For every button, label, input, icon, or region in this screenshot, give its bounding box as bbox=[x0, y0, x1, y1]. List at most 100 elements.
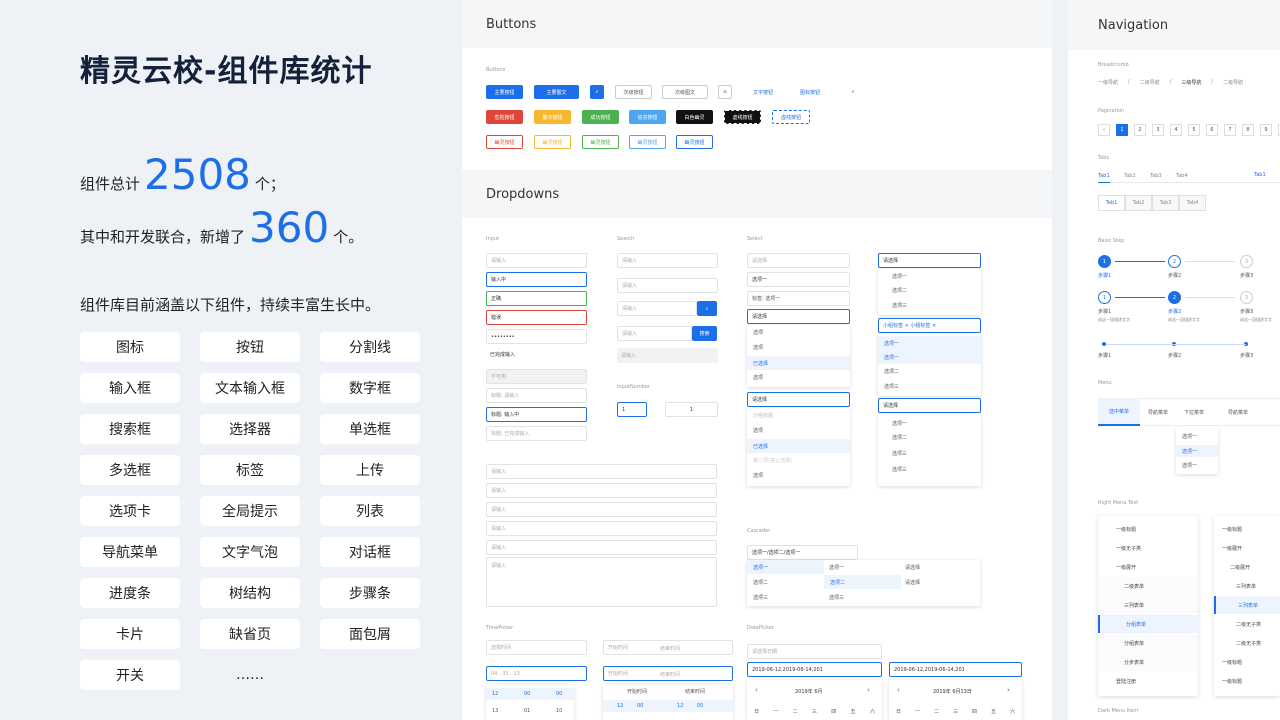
side-menu-item[interactable]: 一级标题 bbox=[1214, 520, 1280, 538]
search-plain-button[interactable]: ⌕ bbox=[846, 85, 860, 99]
prev-month-icon[interactable]: ‹ bbox=[755, 686, 758, 694]
select-option-selected[interactable]: 已选择 bbox=[747, 356, 850, 370]
cascader-col1-item[interactable]: 选项三 bbox=[753, 594, 768, 601]
cascader-col3-item[interactable]: 请选择 bbox=[905, 564, 920, 571]
input-password[interactable]: •••••••• bbox=[486, 329, 587, 344]
number-input-a[interactable]: 1 bbox=[617, 402, 647, 417]
primary-button[interactable]: 主要按钮 bbox=[486, 85, 523, 99]
search-submit-button[interactable]: 搜索 bbox=[692, 326, 717, 341]
select-labeled[interactable]: 标签: 选项一 bbox=[747, 291, 850, 306]
icon-text-button[interactable]: 图标按钮 bbox=[790, 85, 830, 99]
side-menu-item[interactable]: 分组表单 bbox=[1098, 634, 1198, 652]
tab-right[interactable]: Tab1 bbox=[1254, 172, 1266, 178]
prev-page-icon[interactable]: ‹ bbox=[1098, 124, 1110, 136]
cascader-col2-item[interactable]: 选项一 bbox=[829, 564, 844, 571]
ghost-white-button[interactable]: 白色幽灵 bbox=[676, 110, 713, 124]
menu-dropdown-item-active[interactable]: 选项一 bbox=[1176, 445, 1218, 457]
addon-input-1[interactable]: 请输入 bbox=[486, 464, 717, 479]
menu-dropdown-item[interactable]: 选项一 bbox=[1182, 462, 1197, 469]
range-start-hour[interactable]: 12 bbox=[617, 703, 623, 709]
time-second-next[interactable]: 10 bbox=[556, 708, 562, 714]
cascader-col1-item[interactable]: 选项二 bbox=[753, 579, 768, 586]
multi-option-selected[interactable]: 选项一 bbox=[878, 336, 981, 350]
number-stepper[interactable]: 1 bbox=[665, 402, 718, 417]
select-option[interactable]: 选项 bbox=[753, 472, 763, 479]
breadcrumb-item[interactable]: 二级导航 bbox=[1223, 79, 1243, 86]
page-button[interactable]: 2 bbox=[1134, 124, 1146, 136]
success-button[interactable]: 成功按钮 bbox=[582, 110, 619, 124]
card-tab-2[interactable]: Tab2 bbox=[1125, 195, 1152, 211]
input-error[interactable]: 错误 bbox=[486, 310, 587, 325]
side-menu-item[interactable]: 一级标题 bbox=[1214, 672, 1280, 690]
multi-tag[interactable]: 小组标签 × bbox=[883, 322, 909, 329]
date-range-input-1[interactable]: 2019-06-12,2019-06-14,201 bbox=[747, 662, 882, 677]
text-button[interactable]: 文字按钮 bbox=[744, 85, 782, 99]
side-menu-item[interactable]: 登陆注册 bbox=[1098, 672, 1198, 690]
breadcrumb-item[interactable]: 二级导航 bbox=[1140, 79, 1160, 86]
search-input-2[interactable]: 请输入 bbox=[617, 278, 718, 293]
search-input-5[interactable]: 请输入 bbox=[617, 348, 718, 363]
secondary-icon-button[interactable]: 次级图文 bbox=[662, 85, 708, 99]
prev-month-icon[interactable]: ‹ bbox=[897, 686, 900, 694]
ghost-success-button[interactable]: 幽灵按钮 bbox=[582, 135, 619, 149]
side-menu-item[interactable]: 一级展开 bbox=[1214, 539, 1280, 557]
cascader-col1-item[interactable]: 选项一 bbox=[747, 560, 824, 574]
time-second[interactable]: 00 bbox=[556, 691, 562, 697]
menu-item-active[interactable]: 选中菜单 bbox=[1098, 398, 1140, 426]
search-submit-icon-button[interactable]: ⌕ bbox=[697, 301, 717, 316]
select-option[interactable]: 选项 bbox=[753, 329, 763, 336]
card-tab-3[interactable]: Tab3 bbox=[1152, 195, 1179, 211]
select-option[interactable]: 选项 bbox=[753, 374, 763, 381]
menu-item[interactable]: 导航菜单 bbox=[1228, 409, 1248, 416]
side-menu-item[interactable]: 三列表单 bbox=[1214, 596, 1280, 614]
ghost-warning-button[interactable]: 幽灵按钮 bbox=[534, 135, 571, 149]
time-input-open[interactable]: 04 : 33 : 13 bbox=[486, 666, 587, 681]
select-default[interactable]: 请选择 bbox=[747, 253, 850, 268]
ghost-info-button[interactable]: 幽灵按钮 bbox=[629, 135, 666, 149]
warning-button[interactable]: 警示按钮 bbox=[534, 110, 571, 124]
input-success[interactable]: 正确 bbox=[486, 291, 587, 306]
range-end-hour[interactable]: 12 bbox=[677, 703, 683, 709]
addon-input-5[interactable]: 请输入 bbox=[486, 540, 717, 555]
time-minute[interactable]: 00 bbox=[524, 691, 530, 697]
page-button[interactable]: 1 bbox=[1116, 124, 1128, 136]
range-start-minute[interactable]: 00 bbox=[637, 703, 643, 709]
select-option[interactable]: 选项 bbox=[753, 344, 763, 351]
select-option[interactable]: 选项二 bbox=[892, 287, 907, 294]
input-completed[interactable]: 已完成输入 bbox=[486, 347, 587, 362]
tab-4[interactable]: Tab4 bbox=[1176, 173, 1188, 179]
ghost-danger-button[interactable]: 幽灵按钮 bbox=[486, 135, 523, 149]
tab-1[interactable]: Tab1 bbox=[1098, 173, 1110, 183]
secondary-button[interactable]: 次级按钮 bbox=[615, 85, 652, 99]
input-focused[interactable]: 输入中 bbox=[486, 272, 587, 287]
tab-3[interactable]: Tab3 bbox=[1150, 173, 1162, 179]
input-default[interactable]: 请输入 bbox=[486, 253, 587, 268]
tree-option[interactable]: 选项一 bbox=[892, 420, 907, 427]
next-month-icon[interactable]: › bbox=[1007, 686, 1010, 694]
tree-option[interactable]: 选项三 bbox=[892, 450, 907, 457]
page-button[interactable]: 5 bbox=[1188, 124, 1200, 136]
select-grouped[interactable]: 请选择 bbox=[747, 392, 850, 407]
multi-option[interactable]: 选项三 bbox=[884, 383, 899, 390]
ghost-primary-button[interactable]: 幽灵按钮 bbox=[676, 135, 713, 149]
input-labeled[interactable]: 标题: 请输入 bbox=[486, 388, 587, 403]
multi-select[interactable]: 小组标签 × 小组标签 × bbox=[878, 318, 981, 333]
card-tab-4[interactable]: Tab4 bbox=[1179, 195, 1206, 211]
select-right[interactable]: 请选择 bbox=[878, 253, 981, 268]
range-end-minute[interactable]: 00 bbox=[697, 703, 703, 709]
multi-tag[interactable]: 小组标签 × bbox=[910, 322, 936, 329]
side-menu-item[interactable]: 一级展开 bbox=[1098, 558, 1198, 576]
select-open[interactable]: 请选择 bbox=[747, 309, 850, 324]
tree-option[interactable]: 选项三 bbox=[892, 466, 907, 473]
menu-dropdown-item[interactable]: 选项一 bbox=[1182, 433, 1197, 440]
side-menu-item[interactable]: 二级无子类 bbox=[1214, 615, 1280, 633]
tree-option[interactable]: 选项二 bbox=[892, 434, 907, 441]
page-button[interactable]: 7 bbox=[1224, 124, 1236, 136]
time-hour[interactable]: 12 bbox=[492, 691, 498, 697]
primary-icon-button[interactable]: 主要图文 bbox=[534, 85, 579, 99]
side-menu-item[interactable]: 三列表单 bbox=[1098, 596, 1198, 614]
menu-item-dropdown[interactable]: 下拉菜单 bbox=[1184, 409, 1204, 416]
search-input-3[interactable]: 请输入 bbox=[617, 301, 697, 316]
select-option-selected[interactable]: 已选择 bbox=[747, 439, 850, 453]
page-button[interactable]: 8 bbox=[1242, 124, 1254, 136]
